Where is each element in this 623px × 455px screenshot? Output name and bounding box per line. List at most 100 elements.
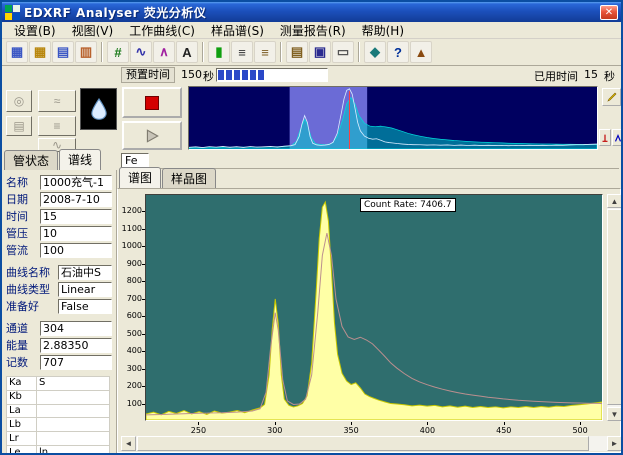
tube-wave-button[interactable]: ≈: [38, 90, 76, 112]
tube-dial-button[interactable]: ◎: [6, 90, 32, 112]
grid-icon[interactable]: #: [107, 41, 129, 63]
table-cell: [37, 390, 110, 404]
label-icon[interactable]: A: [176, 41, 198, 63]
layout-3-icon[interactable]: ▤: [52, 41, 74, 63]
progress-segment: [226, 70, 232, 80]
menu-item-2[interactable]: 视图(V): [64, 22, 122, 39]
layout-2-icon[interactable]: ▦: [29, 41, 51, 63]
preset-time-value: 150: [181, 68, 202, 81]
info-row: 准备好False: [6, 298, 116, 314]
menu-item-6[interactable]: 帮助(H): [354, 22, 412, 39]
h-scroll-thumb[interactable]: [137, 436, 589, 451]
progress-segment: [242, 70, 248, 80]
copy-icon[interactable]: ▤: [286, 41, 308, 63]
count-rate-tooltip: Count Rate: 7406.7: [360, 198, 456, 212]
lines-table[interactable]: KaSKbLaLbLrLeln: [6, 376, 110, 455]
title-bar[interactable]: EDXRF Analyser 荧光分析仪 ✕: [2, 2, 621, 22]
stop-button[interactable]: [122, 87, 182, 118]
table-cell: [37, 418, 110, 432]
toolbar-separator: [280, 42, 282, 62]
energy-bar-icon[interactable]: ▮: [208, 41, 230, 63]
scroll-up-button[interactable]: ▲: [607, 194, 622, 208]
tube-cell-button[interactable]: ▤: [6, 116, 32, 136]
progress-segment: [306, 70, 312, 80]
angle-tool-button[interactable]: [612, 129, 623, 146]
table-row[interactable]: KaS: [7, 377, 110, 391]
toolbar: ▦▦▤▥#∿∧A▮≡≡▤▣▭◆?▲: [2, 39, 621, 66]
y-axis-label: 100: [118, 399, 142, 408]
measure-icon[interactable]: ▲: [410, 41, 432, 63]
tube-dial-icon: ◎: [14, 94, 24, 108]
spectrum-series: [146, 202, 602, 420]
info-panel: 名称1000充气-1日期2008-7-10时间15管压10管流100曲线名称石油…: [2, 170, 117, 453]
main-tab-2[interactable]: 样品图: [162, 168, 216, 188]
table-row[interactable]: Leln: [7, 446, 110, 455]
start-button[interactable]: [122, 121, 182, 150]
list-icon[interactable]: ≡: [231, 41, 253, 63]
layout-4-icon[interactable]: ▥: [75, 41, 97, 63]
layout-1-icon[interactable]: ▦: [6, 41, 28, 63]
info-label: 管压: [6, 225, 40, 241]
info-row: 曲线名称石油中S: [6, 264, 116, 280]
menu-item-4[interactable]: 样品谱(S): [203, 22, 272, 39]
info-row: 日期2008-7-10: [6, 191, 116, 207]
y-tick-mark: [142, 369, 145, 370]
info-group-3: 通道304能量2.88350记数707: [6, 320, 116, 370]
tube-tool-panel: ◎≈▤≡∿: [6, 88, 80, 150]
package-icon[interactable]: ◆: [364, 41, 386, 63]
scroll-left-button[interactable]: ◄: [121, 436, 136, 451]
x-axis-label: 300: [262, 426, 288, 435]
element-input[interactable]: Fe: [121, 153, 149, 168]
info-value: 304: [40, 321, 112, 336]
progress-segment: [258, 70, 264, 80]
progress-segment: [290, 70, 296, 80]
tube-wave-icon: ≈: [54, 94, 61, 108]
table-cell: Lr: [7, 432, 37, 446]
countrate-series: [146, 233, 602, 415]
left-tab-2[interactable]: 谱线: [59, 149, 101, 170]
table-cell: S: [37, 377, 110, 391]
peaks-icon[interactable]: ∧: [153, 41, 175, 63]
progress-segment: [250, 70, 256, 80]
v-scroll-thumb[interactable]: [607, 209, 622, 405]
report-icon[interactable]: ≡: [254, 41, 276, 63]
v-scrollbar[interactable]: ▲ ▼: [607, 194, 622, 421]
table-row[interactable]: Kb: [7, 390, 110, 404]
menu-item-5[interactable]: 测量报告(R): [272, 22, 354, 39]
pencil-tool-button[interactable]: [602, 88, 621, 106]
menu-item-1[interactable]: 设置(B): [6, 22, 64, 39]
table-row[interactable]: Lb: [7, 418, 110, 432]
help-icon[interactable]: ?: [387, 41, 409, 63]
y-tick-mark: [142, 334, 145, 335]
info-label: 时间: [6, 208, 40, 224]
ruler-tool-button[interactable]: [599, 129, 611, 146]
info-value: 707: [40, 355, 112, 370]
progress-segment: [274, 70, 280, 80]
progress-segment: [282, 70, 288, 80]
scroll-down-button[interactable]: ▼: [607, 407, 622, 421]
left-tab-1[interactable]: 管状态: [4, 150, 58, 170]
plot-area[interactable]: [145, 194, 603, 421]
info-row: 管压10: [6, 225, 116, 241]
print-icon[interactable]: ▭: [332, 41, 354, 63]
stop-icon: [145, 96, 159, 110]
tube-list-icon: ≡: [53, 119, 60, 133]
info-label: 名称: [6, 174, 40, 190]
info-value: Linear: [58, 282, 112, 297]
table-row[interactable]: La: [7, 404, 110, 418]
app-window: EDXRF Analyser 荧光分析仪 ✕ 设置(B)视图(V)工作曲线(C)…: [0, 0, 623, 455]
info-row: 时间15: [6, 208, 116, 224]
main-tab-1[interactable]: 谱图: [119, 167, 161, 188]
scroll-right-button[interactable]: ►: [607, 436, 622, 451]
left-tab-bar: 管状态谱线: [4, 152, 102, 170]
menu-item-3[interactable]: 工作曲线(C): [121, 22, 203, 39]
info-group-2: 曲线名称石油中S曲线类型Linear准备好False: [6, 264, 116, 314]
spectrum-preview[interactable]: [188, 86, 598, 150]
h-scrollbar[interactable]: ◄ ►: [121, 436, 622, 451]
close-button[interactable]: ✕: [600, 5, 618, 20]
curve-icon[interactable]: ∿: [130, 41, 152, 63]
pencil-icon: [606, 91, 618, 103]
tube-list-button[interactable]: ≡: [38, 116, 76, 136]
table-row[interactable]: Lr: [7, 432, 110, 446]
save-icon[interactable]: ▣: [309, 41, 331, 63]
